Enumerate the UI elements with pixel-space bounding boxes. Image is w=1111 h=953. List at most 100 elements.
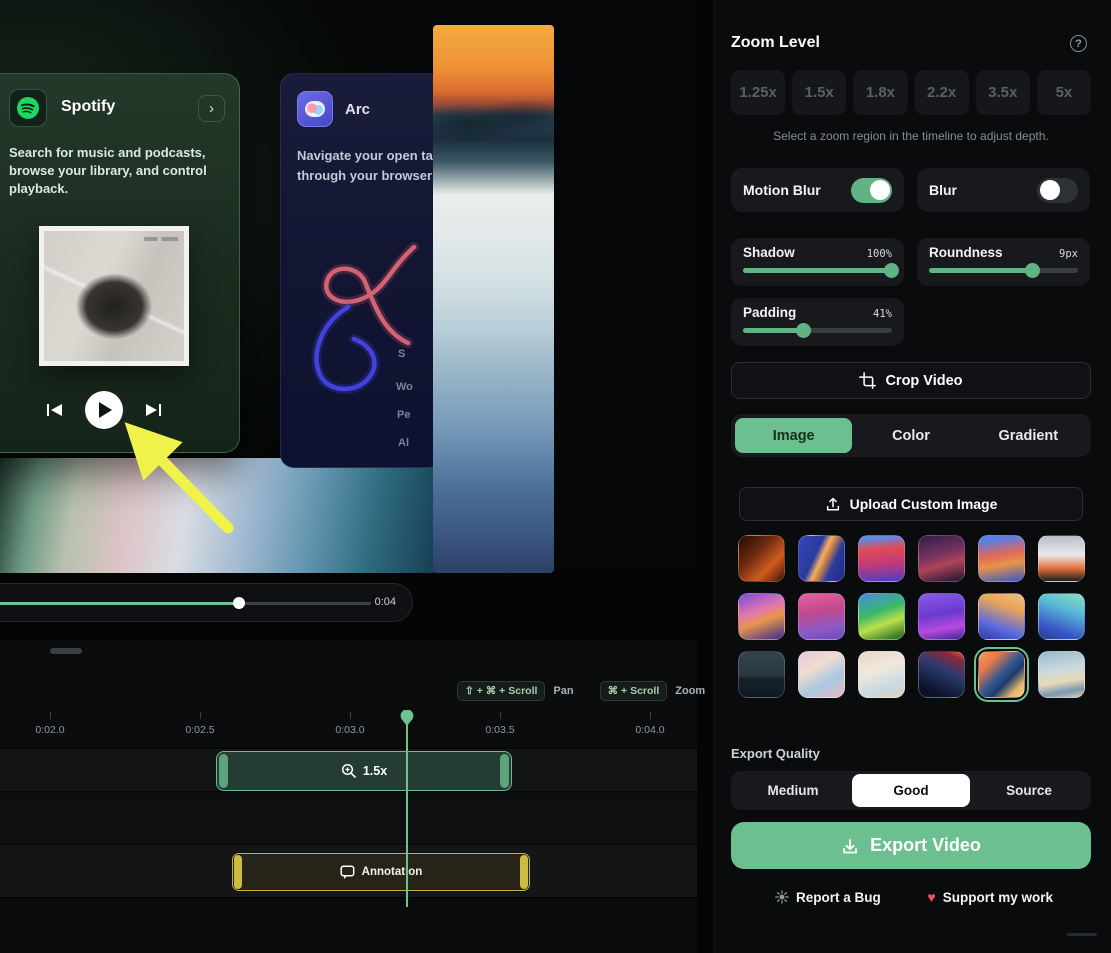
annotation-left-handle[interactable] [234,855,242,889]
zoom-segment-left-handle[interactable] [219,754,228,788]
tab-color[interactable]: Color [852,418,969,453]
wallpaper-thumb-orange-blue-paint[interactable] [978,651,1025,698]
toggle-knob [870,180,890,200]
toggle-knob [1040,180,1060,200]
tab-gradient[interactable]: Gradient [970,418,1087,453]
wallpaper-thumb-ember-flame[interactable] [738,535,785,582]
tab-image[interactable]: Image [735,418,852,453]
shadow-slider[interactable] [743,268,892,273]
ruler-tick [350,712,351,719]
roundness-slider-knob[interactable] [1025,263,1040,278]
padding-slider[interactable] [743,328,892,333]
video-preview-canvas[interactable]: Arc Navigate your open ta through your b… [0,0,696,573]
roundness-slider[interactable] [929,268,1078,273]
wallpaper-thumb-orange-blue-rays[interactable] [978,593,1025,640]
blur-card: Blur [917,168,1090,212]
zoom-option-2-2x[interactable]: 2.2x [915,70,969,115]
panel-footer: Report a Bug ♥ Support my work [731,889,1091,905]
report-bug-label: Report a Bug [796,890,881,905]
download-icon [841,837,859,855]
zoom-segment-label: 1.5x [363,764,387,778]
blur-toggle[interactable] [1037,178,1078,203]
annotation-segment[interactable]: Annotation [232,853,530,891]
wallpaper-thumb-magenta-wave[interactable] [798,593,845,640]
arc-logo-icon [305,101,325,117]
wallpaper-thumb-big-sur-beam[interactable] [798,535,845,582]
wallpaper-thumb-gray-orange-dunes[interactable] [1038,535,1085,582]
play-icon [99,402,112,418]
zoom-option-1-8x[interactable]: 1.8x [853,70,907,115]
wallpaper-grid [738,535,1086,698]
spotify-card-title: Spotify [61,98,115,116]
playback-scrubber[interactable]: 0:04 [0,583,413,622]
export-video-button[interactable]: Export Video [731,822,1091,869]
timeline-playhead-line[interactable] [406,717,408,907]
padding-card: Padding 41% [731,298,904,346]
wallpaper-thumb-navy-red-curve[interactable] [918,651,965,698]
ruler-label-3: 0:03.0 [335,724,364,736]
zoom-shortcut-label: Zoom [675,685,705,697]
wallpaper-thumb-pastel-swirl[interactable] [798,651,845,698]
annotation-track: Annotation [0,845,697,898]
play-button[interactable] [85,391,123,429]
timeline-panel[interactable]: ⇧ + ⌘ + Scroll Pan ⌘ + Scroll Zoom 0:02.… [0,640,697,953]
zoom-option-1-25x[interactable]: 1.25x [731,70,785,115]
arc-description-line2: through your browser [297,166,447,186]
album-art-photo [44,231,184,361]
annotation-right-handle[interactable] [520,855,528,889]
wallpaper-thumb-seascape-paint[interactable] [1038,651,1085,698]
arc-description-line1: Navigate your open ta [297,146,447,166]
settings-panel: Zoom Level ? 1.25x 1.5x 1.8x 2.2x 3.5x 5… [714,0,1111,953]
scrubber-playhead-dot[interactable] [233,597,245,609]
wallpaper-thumb-violet-wave[interactable] [918,593,965,640]
crop-video-button[interactable]: Crop Video [731,362,1091,399]
wallpaper-thumb-dark-mountains[interactable] [738,651,785,698]
wallpaper-thumb-purple-orange-wave[interactable] [738,593,785,640]
upload-custom-image-label: Upload Custom Image [850,496,998,512]
ruler-label-2: 0:02.5 [185,724,214,736]
crop-video-label: Crop Video [885,373,962,389]
zoom-option-1-5x[interactable]: 1.5x [792,70,846,115]
motion-blur-toggle[interactable] [851,178,892,203]
zoom-option-5x[interactable]: 5x [1037,70,1091,115]
wallpaper-thumb-teal-blue-rays[interactable] [1038,593,1085,640]
quality-medium[interactable]: Medium [734,774,852,807]
skip-back-icon[interactable] [46,402,63,418]
skip-forward-icon[interactable] [145,402,162,418]
arc-sidebar-fragment-4: Al [398,437,409,449]
wallpaper-thumb-dark-magenta-wave[interactable] [918,535,965,582]
report-bug-link[interactable]: Report a Bug [775,889,881,905]
roundness-slider-fill [929,268,1033,273]
arc-card-title: Arc [345,101,370,118]
blur-label: Blur [929,182,957,198]
ruler-label-1: 0:02.0 [35,724,64,736]
shadow-slider-knob[interactable] [884,263,899,278]
shadow-value: 100% [867,248,892,260]
wallpaper-thumb-big-sur-pink[interactable] [858,535,905,582]
zoom-segment-right-handle[interactable] [500,754,509,788]
quality-source[interactable]: Source [970,774,1088,807]
wallpaper-thumb-big-sur-classic[interactable] [978,535,1025,582]
quality-good[interactable]: Good [852,774,970,807]
wallpaper-thumb-cream-pastel[interactable] [858,651,905,698]
support-link[interactable]: ♥ Support my work [927,889,1053,905]
arc-sidebar-fragment-2: Wo [396,381,413,393]
spotify-chevron-button[interactable]: › [198,95,225,122]
arc-sidebar-fragment-1: S [398,348,405,360]
panel-scrollbar[interactable] [1067,933,1097,936]
help-icon[interactable]: ? [1070,35,1087,52]
padding-slider-knob[interactable] [796,323,811,338]
timeline-resize-handle[interactable] [50,648,82,654]
upload-custom-image-button[interactable]: Upload Custom Image [739,487,1083,521]
zoom-option-3-5x[interactable]: 3.5x [976,70,1030,115]
wallpaper-thumb-green-rainbow-wave[interactable] [858,593,905,640]
shadow-slider-fill [743,268,892,273]
timeline-bottom-area [0,898,697,953]
roundness-label: Roundness [929,245,1003,260]
zoom-segment[interactable]: 1.5x [216,751,512,791]
ruler-tick [50,712,51,719]
padding-value: 41% [873,308,892,320]
arc-app-icon [297,91,333,127]
ruler-tick [500,712,501,719]
spotify-app-icon [9,89,47,127]
